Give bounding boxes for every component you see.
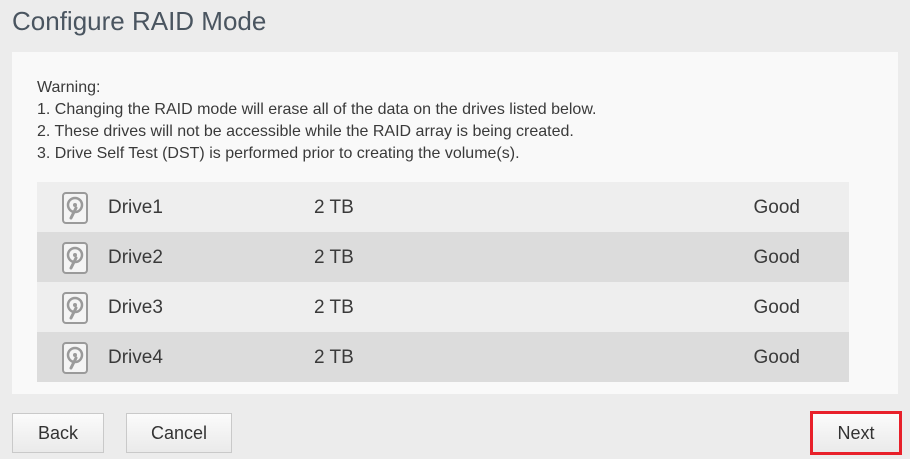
drive-row: Drive3 2 TB Good (37, 282, 849, 332)
hard-drive-icon (62, 192, 88, 224)
drive-size: 2 TB (314, 297, 354, 318)
hard-drive-icon (62, 292, 88, 324)
drive-name: Drive3 (108, 297, 163, 318)
drive-row: Drive2 2 TB Good (37, 232, 849, 282)
hard-drive-icon (62, 342, 88, 374)
warning-heading: Warning: (37, 79, 101, 96)
warning-line-2: 2. These drives will not be accessible w… (37, 123, 574, 140)
drive-status: Good (753, 247, 800, 268)
drive-size: 2 TB (314, 197, 354, 218)
hard-drive-icon (62, 242, 88, 274)
warning-line-3: 3. Drive Self Test (DST) is performed pr… (37, 145, 520, 162)
warning-line-1: 1. Changing the RAID mode will erase all… (37, 101, 597, 118)
cancel-button[interactable]: Cancel (126, 413, 232, 453)
drive-status: Good (753, 297, 800, 318)
drive-name: Drive2 (108, 247, 163, 268)
drive-status: Good (753, 347, 800, 368)
drive-row: Drive1 2 TB Good (37, 182, 849, 232)
drive-row: Drive4 2 TB Good (37, 332, 849, 382)
drive-status: Good (753, 197, 800, 218)
drive-name: Drive4 (108, 347, 163, 368)
warning-block: Warning: 1. Changing the RAID mode will … (37, 77, 596, 165)
back-button[interactable]: Back (12, 413, 104, 453)
drive-size: 2 TB (314, 347, 354, 368)
raid-config-panel: Warning: 1. Changing the RAID mode will … (12, 52, 898, 394)
drive-list: Drive1 2 TB Good Drive2 2 TB Good Drive3… (37, 182, 849, 382)
page-title: Configure RAID Mode (12, 6, 267, 36)
next-button[interactable]: Next (810, 411, 902, 455)
drive-name: Drive1 (108, 197, 163, 218)
drive-size: 2 TB (314, 247, 354, 268)
